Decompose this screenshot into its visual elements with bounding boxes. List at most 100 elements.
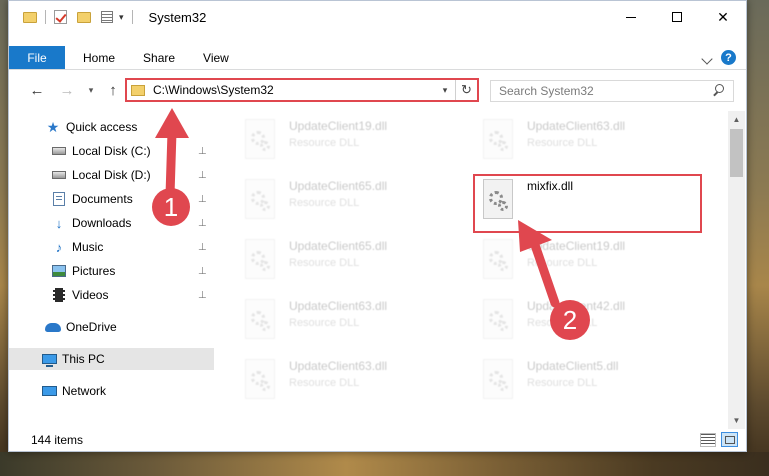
file-name: UpdateClient42.dll [527, 299, 626, 313]
sidebar-item-documents[interactable]: Documents ⊥ [9, 188, 214, 210]
customize-toolbar-dropdown-icon[interactable]: ▾ [119, 12, 124, 23]
drive-icon [51, 168, 67, 182]
dll-file-icon [241, 117, 279, 165]
back-button[interactable]: ← [27, 80, 47, 100]
sidebar-item-label: Documents [72, 192, 133, 206]
file-name: UpdateClient19.dll [527, 239, 626, 253]
dll-file-icon [241, 297, 279, 345]
sidebar-item-label: Pictures [72, 264, 116, 278]
pin-icon[interactable]: ⊥ [198, 290, 208, 301]
sidebar-item-downloads[interactable]: ↓ Downloads ⊥ [9, 212, 214, 234]
onedrive-icon [45, 320, 61, 334]
file-item[interactable]: UpdateClient19.dll Resource DLL [479, 237, 707, 295]
details-view-icon[interactable] [700, 433, 716, 447]
file-type: Resource DLL [289, 197, 360, 209]
sidebar-item-pictures[interactable]: Pictures ⊥ [9, 260, 214, 282]
tab-view[interactable]: View [189, 46, 243, 69]
properties-icon[interactable] [101, 11, 113, 23]
dll-file-icon [241, 177, 279, 225]
scroll-down-arrow-icon[interactable]: ▼ [728, 412, 745, 429]
properties-check-icon[interactable] [54, 10, 67, 24]
pictures-icon [51, 264, 67, 278]
tab-file[interactable]: File [9, 46, 65, 69]
pin-icon[interactable]: ⊥ [198, 146, 208, 157]
search-input[interactable]: Search System32 [499, 84, 711, 98]
dll-file-icon [479, 237, 517, 285]
file-type: Resource DLL [289, 137, 360, 149]
item-count: 144 items [31, 433, 84, 447]
window-title: System32 [148, 9, 207, 25]
file-name: UpdateClient65.dll [289, 239, 388, 253]
maximize-icon [672, 12, 682, 22]
sidebar-item-quick-access[interactable]: ★ Quick access [9, 116, 214, 138]
pin-icon[interactable]: ⊥ [198, 266, 208, 277]
dll-file-icon [241, 357, 279, 405]
pin-icon[interactable]: ⊥ [198, 170, 208, 181]
close-button[interactable]: ✕ [700, 1, 746, 33]
file-item[interactable]: UpdateClient65.dll Resource DLL [241, 177, 469, 235]
sidebar-item-local-disk-c[interactable]: Local Disk (C:) ⊥ [9, 140, 214, 162]
file-item[interactable]: UpdateClient63.dll Resource DLL [479, 117, 707, 175]
maximize-button[interactable] [654, 1, 700, 33]
file-name: UpdateClient65.dll [289, 179, 388, 193]
recent-locations-dropdown[interactable]: ▾ [81, 80, 101, 100]
sidebar-item-videos[interactable]: Videos ⊥ [9, 284, 214, 306]
title-bar: ▾ System32 ✕ [9, 1, 746, 33]
dll-file-icon [479, 357, 517, 405]
file-item[interactable]: UpdateClient63.dll Resource DLL [241, 297, 469, 355]
file-name: UpdateClient63.dll [289, 299, 388, 313]
search-icon[interactable] [711, 83, 727, 99]
sidebar-item-music[interactable]: ♪ Music ⊥ [9, 236, 214, 258]
sidebar-item-label: Videos [72, 288, 109, 302]
pin-icon[interactable]: ⊥ [198, 242, 208, 253]
music-icon: ♪ [55, 239, 63, 255]
file-item[interactable]: UpdateClient5.dll Resource DLL [479, 357, 707, 415]
scrollbar-thumb[interactable] [730, 129, 743, 177]
ribbon-tabs: File Home Share View ? [9, 46, 746, 70]
minimize-icon [626, 16, 636, 18]
search-box[interactable]: Search System32 [490, 80, 734, 102]
file-item[interactable]: UpdateClient63.dll Resource DLL [241, 357, 469, 415]
address-path[interactable]: C:\Windows\System32 [153, 83, 435, 97]
sidebar-item-onedrive[interactable]: OneDrive [9, 316, 214, 338]
new-folder-icon[interactable] [77, 11, 91, 23]
up-button[interactable]: ↑ [103, 80, 123, 100]
desktop-wallpaper [0, 452, 769, 476]
file-item[interactable]: UpdateClient65.dll Resource DLL [241, 237, 469, 295]
file-type: Resource DLL [289, 257, 360, 269]
tiles-view-icon[interactable] [721, 432, 738, 447]
star-icon: ★ [46, 118, 60, 135]
forward-button[interactable]: → [57, 80, 77, 100]
help-icon[interactable]: ? [721, 50, 736, 65]
toolbar-divider [131, 10, 133, 24]
drive-icon [51, 144, 67, 158]
pin-icon[interactable]: ⊥ [198, 194, 208, 205]
tab-home[interactable]: Home [65, 46, 129, 69]
file-item[interactable]: UpdateClient42.dll Resource DLL [479, 297, 707, 355]
tab-share[interactable]: Share [129, 46, 189, 69]
address-dropdown[interactable]: ▾ [435, 85, 455, 96]
file-type: Resource DLL [527, 137, 598, 149]
vertical-scrollbar[interactable]: ▲ ▼ [728, 111, 745, 429]
address-folder-icon [131, 84, 145, 96]
expand-ribbon-chevron-icon[interactable] [701, 53, 713, 65]
scroll-up-arrow-icon[interactable]: ▲ [728, 111, 745, 128]
file-item[interactable]: UpdateClient19.dll Resource DLL [241, 117, 469, 175]
videos-icon [51, 288, 67, 302]
sidebar-item-this-pc[interactable]: This PC [9, 348, 214, 370]
sidebar-item-local-disk-d[interactable]: Local Disk (D:) ⊥ [9, 164, 214, 186]
address-bar[interactable]: C:\Windows\System32 ▾ ↻ [125, 78, 479, 102]
file-type: Resource DLL [527, 257, 598, 269]
minimize-button[interactable] [608, 1, 654, 33]
quick-access-toolbar: ▾ [9, 10, 137, 24]
ribbon-right-controls: ? [701, 50, 736, 65]
file-name: UpdateClient19.dll [289, 119, 388, 133]
refresh-button[interactable]: ↻ [455, 80, 477, 100]
sidebar-item-network[interactable]: Network [9, 380, 214, 402]
file-type: Resource DLL [289, 377, 360, 389]
dll-file-icon [241, 237, 279, 285]
folder-icon[interactable] [23, 11, 37, 23]
pin-icon[interactable]: ⊥ [198, 218, 208, 229]
navigation-pane: ★ Quick access Local Disk (C:) ⊥ Local D… [9, 111, 214, 421]
file-name: UpdateClient63.dll [527, 119, 626, 133]
